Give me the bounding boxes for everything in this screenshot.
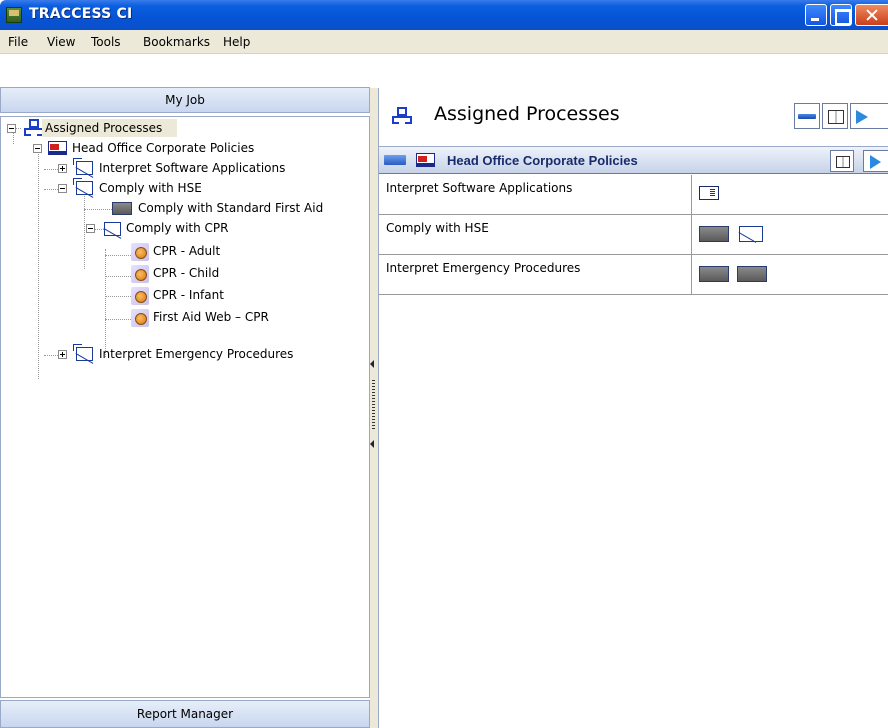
title-bar: TRACCESS CI [0, 0, 888, 30]
menu-view[interactable]: View [47, 35, 75, 49]
splitter-grip[interactable] [372, 380, 375, 430]
menu-file[interactable]: File [8, 35, 28, 49]
table-row[interactable]: Comply with HSE [379, 215, 888, 255]
expand-icon[interactable] [58, 350, 67, 359]
forward-arrow-button[interactable] [850, 103, 888, 129]
tree-node-head-office-policies[interactable]: Head Office Corporate Policies [1, 138, 371, 158]
close-button[interactable] [855, 4, 888, 26]
collapse-left-arrow-icon[interactable] [370, 440, 374, 448]
app-logo-icon [6, 7, 22, 23]
tree-node-label: Head Office Corporate Policies [72, 141, 255, 155]
process-name: Comply with HSE [379, 215, 692, 254]
tree-node-comply-first-aid[interactable]: Comply with Standard First Aid [1, 198, 371, 218]
collapse-icon[interactable] [7, 124, 16, 133]
report-manager-header[interactable]: Report Manager [0, 700, 370, 728]
web-resource-icon [131, 265, 149, 283]
tree-node-cpr-child[interactable]: CPR - Child [1, 263, 371, 285]
section-book-button[interactable] [830, 150, 854, 172]
collapse-left-arrow-icon[interactable] [370, 360, 374, 368]
tree-node-label: Interpret Software Applications [99, 161, 286, 175]
collapse-button[interactable] [794, 103, 820, 129]
tree-node-label: Comply with HSE [99, 181, 202, 195]
collapse-icon[interactable] [58, 184, 67, 193]
maximize-button[interactable] [830, 4, 852, 26]
menu-bookmarks[interactable]: Bookmarks [143, 35, 210, 49]
process-icon [73, 344, 93, 361]
my-job-header[interactable]: My Job [0, 87, 370, 113]
filled-gray-icon[interactable] [699, 266, 729, 282]
section-header: Head Office Corporate Policies [379, 146, 888, 174]
tree-node-label: CPR - Adult [153, 244, 221, 258]
tree-node-label: Comply with CPR [126, 221, 229, 235]
network-icon [392, 107, 412, 124]
flag-icon [48, 141, 67, 155]
tree-node-label: CPR - Infant [153, 288, 224, 302]
table-row[interactable]: Interpret Emergency Procedures [379, 255, 888, 295]
collapse-icon[interactable] [33, 144, 42, 153]
section-forward-button[interactable] [863, 150, 888, 172]
tree-node-comply-cpr[interactable]: Comply with CPR [1, 218, 371, 238]
section-collapse-button[interactable] [384, 155, 406, 165]
tree-node-interpret-software[interactable]: Interpret Software Applications [1, 158, 371, 178]
section-title: Head Office Corporate Policies [447, 153, 638, 168]
tree-node-assigned-processes[interactable]: Assigned Processes [1, 118, 371, 138]
left-panel: My Job Assigned Processes Head Office Co… [0, 87, 373, 728]
web-resource-icon [131, 243, 149, 261]
network-icon [24, 119, 44, 136]
tree-node-label: First Aid Web – CPR [153, 310, 269, 324]
web-resource-icon [131, 287, 149, 305]
panel-splitter[interactable] [370, 88, 378, 728]
tree-node-cpr-infant[interactable]: CPR - Infant [1, 285, 371, 307]
book-button[interactable] [822, 103, 848, 129]
tree-node-label: Assigned Processes [45, 121, 163, 135]
table-row[interactable]: Interpret Software Applications [379, 175, 888, 215]
right-panel: Assigned Processes Head Office Corporate… [378, 88, 888, 728]
tree-node-comply-hse[interactable]: Comply with HSE [1, 178, 371, 198]
process-icon [73, 158, 93, 175]
document-icon[interactable] [699, 186, 719, 200]
tree-node-label: CPR - Child [153, 266, 220, 280]
minimize-button[interactable] [805, 4, 827, 26]
filled-gray-icon [112, 202, 132, 215]
menu-help[interactable]: Help [223, 35, 250, 49]
tree-node-first-aid-web[interactable]: First Aid Web – CPR [1, 307, 371, 329]
process-icon [73, 178, 93, 195]
window-title: TRACCESS CI [29, 6, 133, 22]
flag-icon [416, 153, 435, 167]
process-outline-icon [104, 222, 121, 236]
menu-tools[interactable]: Tools [91, 35, 121, 49]
process-tree[interactable]: Assigned Processes Head Office Corporate… [0, 116, 370, 698]
web-resource-icon [131, 309, 149, 327]
filled-gray-icon[interactable] [737, 266, 767, 282]
expand-icon[interactable] [58, 164, 67, 173]
process-name: Interpret Software Applications [379, 175, 692, 214]
process-name: Interpret Emergency Procedures [379, 255, 692, 294]
menu-bar: File View Tools Bookmarks Help [0, 30, 888, 54]
tree-node-label: Interpret Emergency Procedures [99, 347, 294, 361]
process-outline-icon[interactable] [739, 226, 763, 242]
page-title: Assigned Processes [434, 103, 620, 125]
tree-node-cpr-adult[interactable]: CPR - Adult [1, 241, 371, 263]
tree-node-interpret-emergency[interactable]: Interpret Emergency Procedures [1, 344, 371, 364]
tree-node-label: Comply with Standard First Aid [138, 201, 324, 215]
collapse-icon[interactable] [86, 224, 95, 233]
filled-gray-icon[interactable] [699, 226, 729, 242]
